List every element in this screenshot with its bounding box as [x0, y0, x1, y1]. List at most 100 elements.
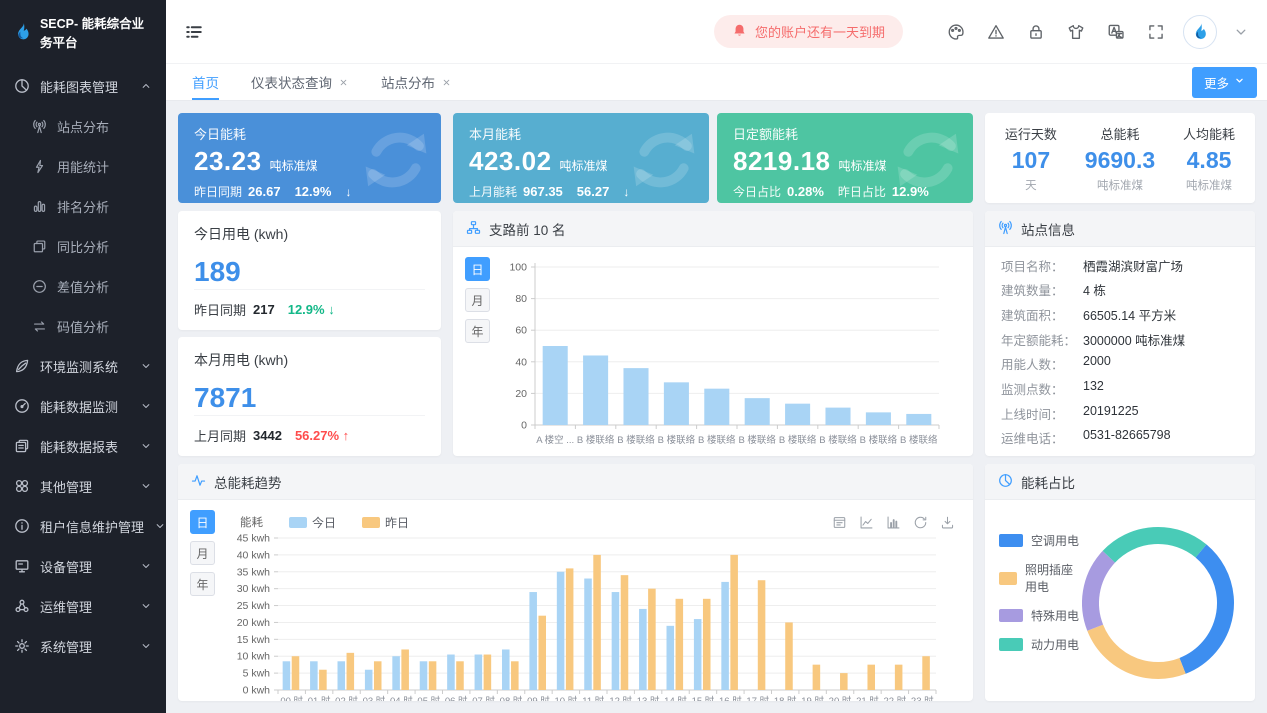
antenna-icon	[998, 220, 1013, 238]
translate-button[interactable]	[1105, 21, 1127, 43]
palette-button[interactable]	[945, 21, 967, 43]
sidebar-item-label: 码值分析	[57, 317, 109, 336]
bar-今日	[283, 661, 291, 690]
topbar: 您的账户还有一天到期	[166, 0, 1267, 64]
sidebar-item-排名分析[interactable]: 排名分析	[0, 186, 166, 226]
tab-首页[interactable]: 首页	[192, 64, 219, 100]
sidebar-item-用能统计[interactable]: 用能统计	[0, 146, 166, 186]
legend-label: 动力用电	[1031, 636, 1079, 653]
sidebar-item-系统管理[interactable]: 系统管理	[0, 626, 166, 666]
chevron-down-icon	[140, 600, 152, 612]
fullscreen-button[interactable]	[1145, 21, 1167, 43]
lock-button[interactable]	[1025, 21, 1047, 43]
tab-站点分布[interactable]: 站点分布	[381, 64, 452, 100]
download-icon[interactable]	[940, 515, 955, 530]
svg-text:20 时: 20 时	[829, 695, 852, 701]
kpi-compare-label: 昨日同期	[194, 183, 242, 200]
sidebar-item-环境监测系统[interactable]: 环境监测系统	[0, 346, 166, 386]
site-info-row: 监测点数： 132	[1001, 379, 1239, 398]
branch-toggle-年[interactable]: 年	[465, 319, 490, 343]
data-view-icon[interactable]	[832, 515, 847, 530]
menu-collapse-icon[interactable]	[184, 22, 204, 42]
kpi-value: 423.02	[469, 146, 552, 177]
kpi-compare-label: 今日占比	[733, 183, 781, 200]
stat-value: 9690.3	[1085, 147, 1155, 174]
more-button[interactable]: 更多	[1192, 67, 1257, 98]
kpi-compare-value: 26.67	[248, 184, 281, 199]
site-info-label: 监测点数：	[1001, 379, 1083, 398]
pulse-icon	[191, 473, 206, 488]
grid-circles-icon	[14, 478, 30, 494]
trend-toggle-月[interactable]: 月	[190, 541, 215, 565]
line-chart-icon[interactable]	[859, 515, 874, 530]
sidebar-item-label: 设备管理	[40, 557, 92, 576]
bar-昨日	[895, 665, 903, 690]
sidebar-item-能耗数据监测[interactable]: 能耗数据监测	[0, 386, 166, 426]
compare-value: 217	[253, 302, 275, 317]
bar-昨日	[703, 599, 711, 690]
energy-share-panel: 能耗占比 空调用电 照明插座用电 特殊用电 动力用电	[985, 464, 1255, 701]
trend-bar-chart: 0 kwh5 kwh10 kwh15 kwh20 kwh25 kwh30 kwh…	[224, 534, 961, 701]
sidebar-item-差值分析[interactable]: 差值分析	[0, 266, 166, 306]
svg-text:21 时: 21 时	[856, 695, 879, 701]
svg-text:05 时: 05 时	[417, 695, 440, 701]
site-info-row: 运维电话： 0531-82665798	[1001, 428, 1239, 447]
tab-仪表状态查询[interactable]: 仪表状态查询	[251, 64, 349, 100]
sidebar-item-码值分析[interactable]: 码值分析	[0, 306, 166, 346]
sidebar-item-label: 租户信息维护管理	[40, 517, 144, 536]
svg-text:08 时: 08 时	[500, 695, 523, 701]
avatar[interactable]	[1183, 15, 1217, 49]
refresh-icon[interactable]	[913, 515, 928, 530]
branch-toggle-月[interactable]: 月	[465, 288, 490, 312]
svg-text:A 楼空 ...: A 楼空 ...	[536, 434, 574, 446]
stat-label: 总能耗	[1085, 124, 1155, 143]
refresh-icon	[913, 515, 928, 530]
chevron-down-icon	[1233, 24, 1249, 40]
stat-unit: 吨标准煤	[1183, 177, 1235, 193]
legend-昨日[interactable]: 昨日	[362, 514, 409, 531]
svg-text:10 时: 10 时	[555, 695, 578, 701]
kpi-value: 8219.18	[733, 146, 830, 177]
today-power-card: 今日用电 (kwh) 189 昨日同期 217 12.9% ↓	[178, 211, 441, 330]
line-chart-icon	[859, 515, 874, 530]
branch-icon	[466, 220, 481, 235]
sidebar-item-label: 用能统计	[57, 157, 109, 176]
sidebar-item-设备管理[interactable]: 设备管理	[0, 546, 166, 586]
bar-chart-icon[interactable]	[886, 515, 901, 530]
kpi-compare-value: 56.27	[577, 184, 610, 199]
branch-toggle-日[interactable]: 日	[465, 257, 490, 281]
svg-text:0: 0	[521, 420, 527, 432]
sidebar-item-能耗图表管理[interactable]: 能耗图表管理	[0, 66, 166, 106]
sidebar-item-其他管理[interactable]: 其他管理	[0, 466, 166, 506]
tab-close-button[interactable]	[441, 77, 452, 88]
svg-text:12 时: 12 时	[609, 695, 632, 701]
donut-legend-动力用电[interactable]: 动力用电	[999, 636, 1079, 653]
bar-昨日	[922, 656, 930, 690]
sidebar-item-运维管理[interactable]: 运维管理	[0, 586, 166, 626]
main-area: 您的账户还有一天到期 首页 仪表状态查询 站点分布 更多	[166, 0, 1267, 713]
tshirt-button[interactable]	[1065, 21, 1087, 43]
svg-text:09 时: 09 时	[527, 695, 550, 701]
svg-text:40: 40	[515, 356, 527, 368]
notice-text: 您的账户还有一天到期	[755, 22, 885, 41]
account-expiry-notice[interactable]: 您的账户还有一天到期	[714, 15, 903, 48]
sidebar-item-站点分布[interactable]: 站点分布	[0, 106, 166, 146]
trend-toggle-日[interactable]: 日	[190, 510, 215, 534]
sidebar-item-能耗数据报表[interactable]: 能耗数据报表	[0, 426, 166, 466]
legend-今日[interactable]: 今日	[289, 514, 336, 531]
chevron-down-icon	[140, 560, 152, 572]
user-dropdown-chevron-icon[interactable]	[1233, 24, 1249, 40]
donut-legend-空调用电[interactable]: 空调用电	[999, 532, 1079, 549]
warning-button[interactable]	[985, 21, 1007, 43]
legend-swatch	[999, 609, 1023, 622]
chevron-down-icon	[140, 600, 152, 612]
swap-arrows-icon	[32, 319, 47, 334]
bar-昨日	[347, 653, 355, 690]
sidebar-item-租户信息维护管理[interactable]: 租户信息维护管理	[0, 506, 166, 546]
pie-chart-icon	[998, 473, 1013, 491]
tab-close-button[interactable]	[338, 77, 349, 88]
chevron-down-icon	[140, 400, 152, 412]
sidebar-item-label: 系统管理	[40, 637, 92, 656]
trend-toggle-年[interactable]: 年	[190, 572, 215, 596]
sidebar-item-同比分析[interactable]: 同比分析	[0, 226, 166, 266]
